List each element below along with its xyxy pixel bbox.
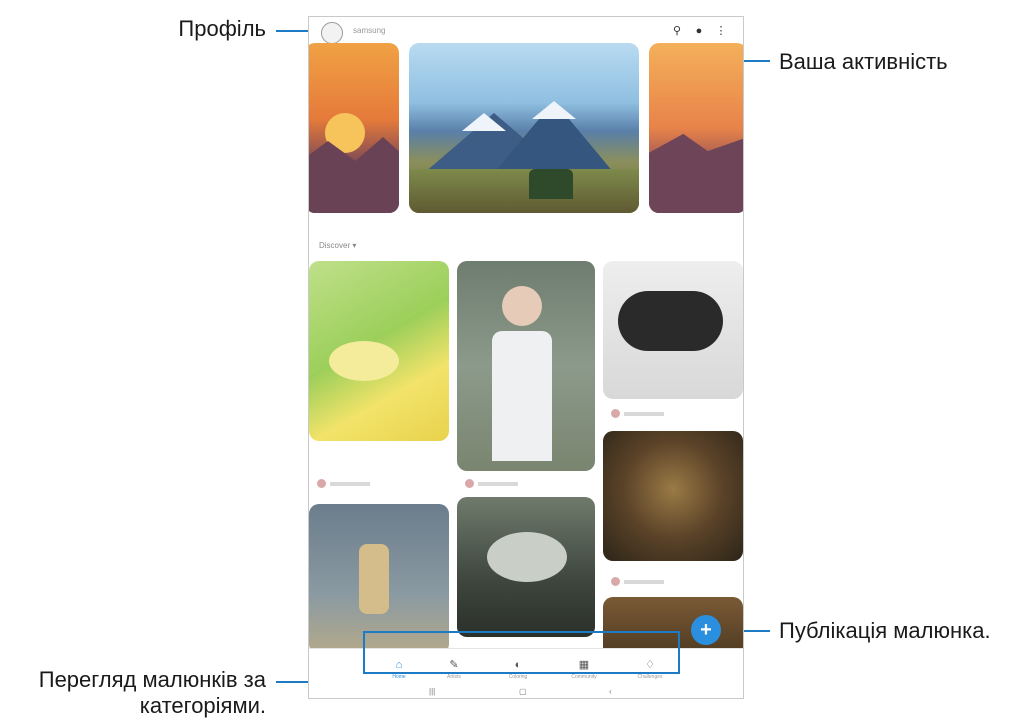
author-avatar [465, 479, 474, 489]
add-drawing-button[interactable]: + [691, 615, 721, 645]
feed-card-author[interactable] [317, 475, 370, 489]
feed-card-author[interactable] [611, 573, 664, 587]
callout-browse-line2: категоріями. [139, 693, 266, 718]
plus-icon: + [700, 619, 712, 641]
top-bar: samsung ⚲ ● ⋮ [309, 17, 743, 45]
profile-username[interactable]: samsung [353, 26, 385, 35]
category-navigation-highlight [363, 631, 680, 674]
callout-activity: Ваша активність [779, 49, 948, 74]
callout-publish: Публікація малюнка. [779, 618, 991, 643]
chevron-down-icon: ▾ [352, 241, 357, 250]
feed-card-headphones[interactable] [603, 261, 743, 399]
home-system-icon[interactable]: ▢ [519, 687, 527, 696]
callout-browse-line1: Перегляд малюнків за [38, 667, 266, 692]
feed-card-cat[interactable] [457, 497, 595, 637]
banner-mountain[interactable] [409, 43, 639, 213]
feed-card-author[interactable] [465, 475, 518, 489]
bell-icon[interactable]: ● [693, 24, 705, 38]
author-avatar [611, 577, 620, 587]
app-screen: samsung ⚲ ● ⋮ Discover ▾ + ⌂ Home ✎ Arti… [308, 16, 744, 699]
system-navigation-bar: ||| ▢ ‹ [309, 687, 743, 698]
profile-avatar[interactable] [321, 22, 343, 44]
feed-filter-label: Discover [319, 241, 351, 250]
callout-profile: Профіль [178, 16, 266, 41]
feed-card-author[interactable] [611, 405, 664, 419]
feed-card-animal[interactable] [603, 431, 743, 561]
feed-card-lemons[interactable] [309, 261, 449, 441]
author-avatar [611, 409, 620, 419]
more-options-icon[interactable]: ⋮ [715, 24, 727, 38]
back-icon[interactable]: ‹ [609, 687, 612, 696]
author-avatar [317, 479, 326, 489]
recent-apps-icon[interactable]: ||| [429, 687, 435, 696]
feed-card-portrait[interactable] [457, 261, 595, 471]
feed-filter-dropdown[interactable]: Discover ▾ [319, 241, 356, 250]
banner-sunset-left[interactable] [309, 43, 399, 213]
banner-sunset-right[interactable] [649, 43, 743, 213]
search-icon[interactable]: ⚲ [671, 24, 683, 38]
